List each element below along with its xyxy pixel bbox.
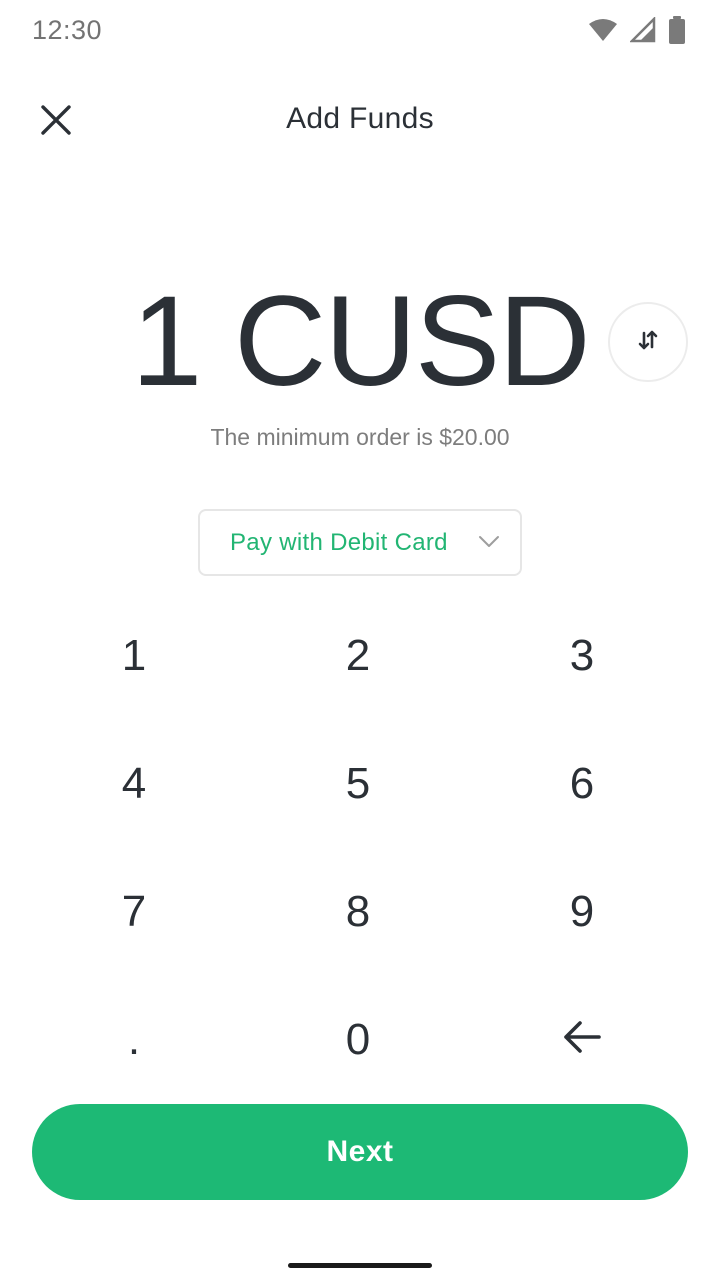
backspace-arrow-icon: [562, 1015, 602, 1065]
battery-icon: [668, 16, 686, 44]
key-8[interactable]: 8: [258, 848, 458, 976]
payment-method-label: Pay with Debit Card: [230, 528, 448, 556]
payment-method-select[interactable]: Pay with Debit Card: [198, 509, 522, 576]
key-decimal[interactable]: .: [34, 976, 234, 1104]
key-2[interactable]: 2: [258, 592, 458, 720]
backspace-button[interactable]: [482, 976, 682, 1104]
status-icons: [588, 16, 686, 44]
status-bar: 12:30: [0, 0, 720, 64]
amount-row: 1 CUSD: [0, 272, 720, 412]
next-button[interactable]: Next: [32, 1104, 688, 1200]
page-title: Add Funds: [286, 102, 434, 135]
status-time: 12:30: [32, 15, 103, 45]
home-indicator[interactable]: [288, 1263, 432, 1268]
key-5[interactable]: 5: [258, 720, 458, 848]
wifi-icon: [588, 18, 618, 42]
key-7[interactable]: 7: [34, 848, 234, 976]
next-button-label: Next: [326, 1135, 394, 1168]
key-1[interactable]: 1: [34, 592, 234, 720]
key-0[interactable]: 0: [258, 976, 458, 1104]
minimum-order-note: The minimum order is $20.00: [210, 424, 510, 450]
key-4[interactable]: 4: [34, 720, 234, 848]
swap-arrows-icon: [636, 328, 660, 357]
key-3[interactable]: 3: [482, 592, 682, 720]
key-9[interactable]: 9: [482, 848, 682, 976]
key-6[interactable]: 6: [482, 720, 682, 848]
numeric-keypad: 1 2 3 4 5 6 7 8 9 . 0: [0, 592, 720, 1104]
signal-icon: [630, 17, 656, 43]
swap-currency-button[interactable]: [608, 302, 688, 382]
chevron-down-icon: [478, 535, 500, 554]
header: Add Funds: [0, 80, 720, 164]
